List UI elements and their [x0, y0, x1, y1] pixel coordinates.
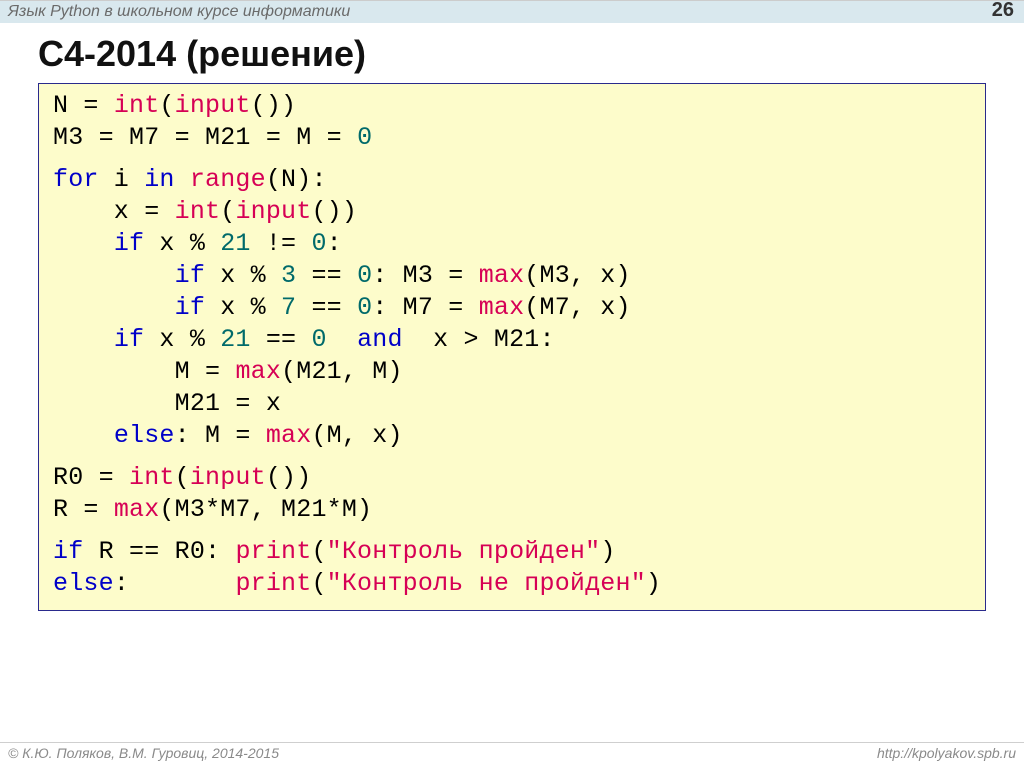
- code-line: N = int(input()): [53, 90, 971, 122]
- footer: © К.Ю. Поляков, В.М. Гуровиц, 2014-2015 …: [0, 742, 1024, 763]
- header-subject: Язык Python в школьном курсе информатики: [8, 3, 350, 21]
- page-number: 26: [992, 0, 1014, 22]
- slide: Язык Python в школьном курсе информатики…: [0, 0, 1024, 767]
- footer-copyright: © К.Ю. Поляков, В.М. Гуровиц, 2014-2015: [8, 745, 279, 761]
- code-line: x = int(input()): [53, 196, 971, 228]
- code-line: R0 = int(input()): [53, 462, 971, 494]
- slide-title: С4-2014 (решение): [38, 33, 1024, 75]
- code-line: else: print("Контроль не пройден"): [53, 568, 971, 600]
- header-band: Язык Python в школьном курсе информатики…: [0, 0, 1024, 23]
- code-line: M21 = x: [53, 388, 971, 420]
- code-line: for i in range(N):: [53, 164, 971, 196]
- code-line: M = max(M21, M): [53, 356, 971, 388]
- code-line: else: M = max(M, x): [53, 420, 971, 452]
- code-line: if x % 7 == 0: M7 = max(M7, x): [53, 292, 971, 324]
- code-line: if x % 3 == 0: M3 = max(M3, x): [53, 260, 971, 292]
- code-line: if R == R0: print("Контроль пройден"): [53, 536, 971, 568]
- footer-url: http://kpolyakov.spb.ru: [877, 745, 1016, 761]
- code-line: if x % 21 == 0 and x > M21:: [53, 324, 971, 356]
- code-line: M3 = M7 = M21 = M = 0: [53, 122, 971, 154]
- code-line: if x % 21 != 0:: [53, 228, 971, 260]
- code-block: N = int(input()) M3 = M7 = M21 = M = 0 f…: [38, 83, 986, 611]
- code-line: R = max(M3*M7, M21*M): [53, 494, 971, 526]
